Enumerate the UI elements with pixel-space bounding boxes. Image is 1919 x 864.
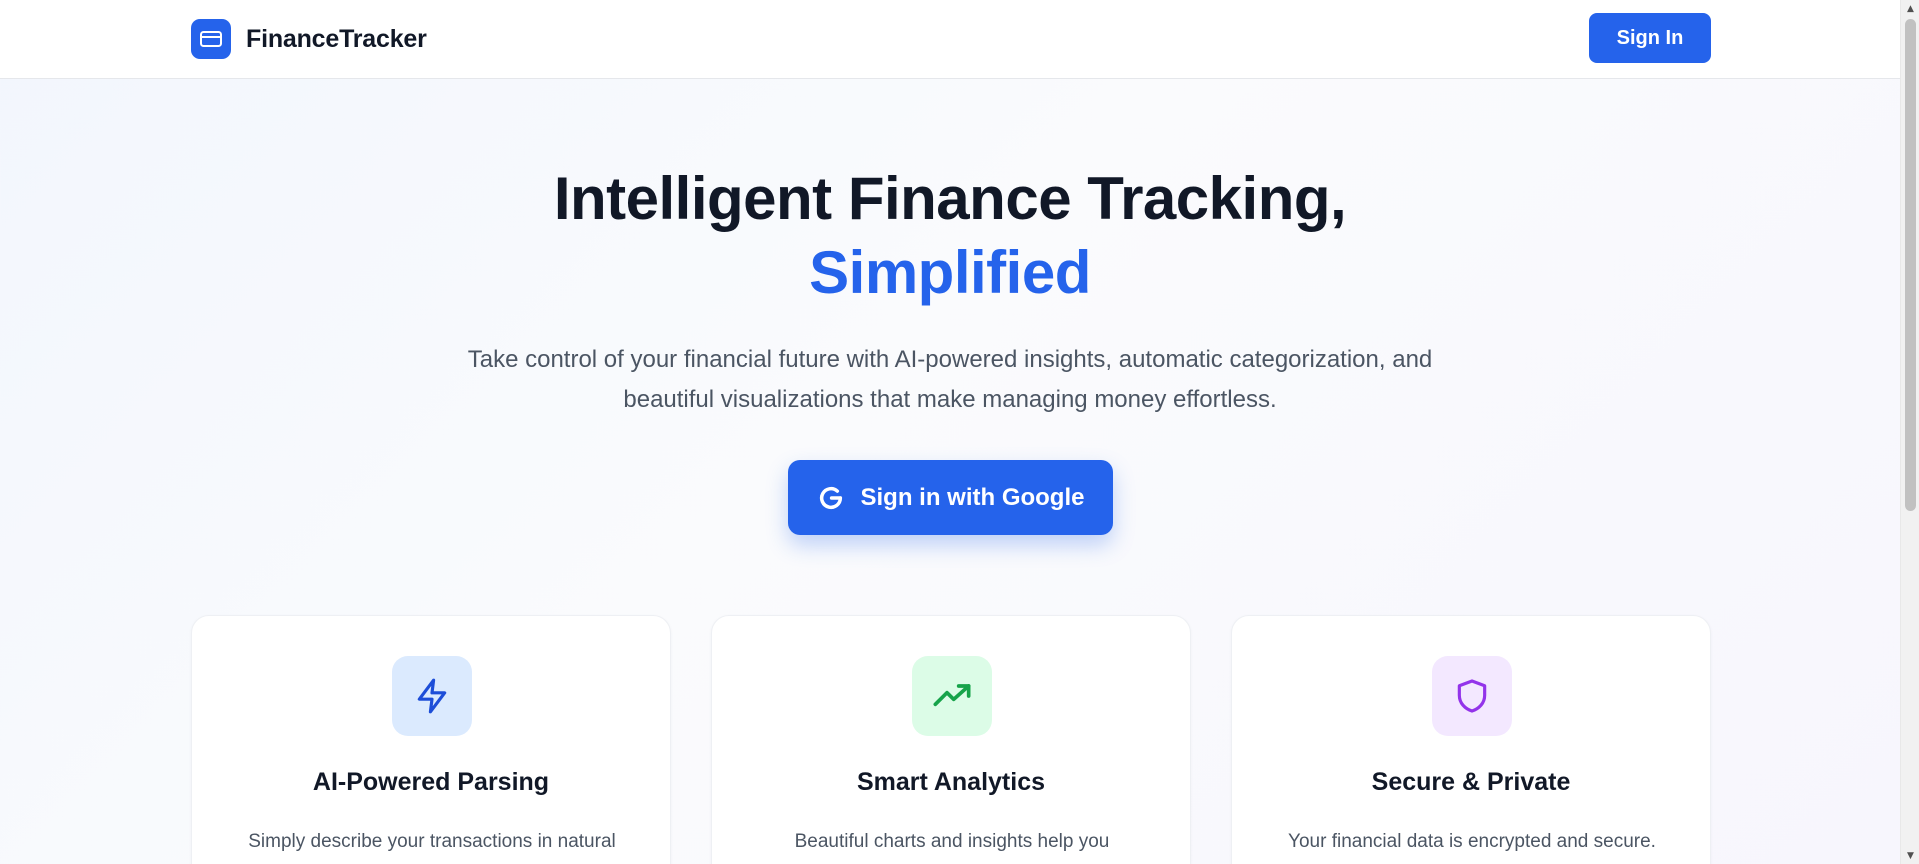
feature-description: Your financial data is encrypted and sec… — [1288, 831, 1656, 852]
hero-title-line1: Intelligent Finance Tracking, — [553, 165, 1347, 232]
feature-card-secure-private: Secure & Private Your financial data is … — [1231, 615, 1711, 864]
brand[interactable]: FinanceTracker — [191, 19, 427, 59]
feature-title: Smart Analytics — [856, 768, 1046, 796]
shield-icon — [1432, 656, 1512, 736]
google-g-icon — [817, 484, 845, 512]
google-button-label: Sign in with Google — [860, 483, 1085, 511]
hero-title: Intelligent Finance Tracking, Simplified — [0, 162, 1900, 310]
feature-description: Simply describe your transactions in nat… — [248, 831, 616, 852]
feature-title: Secure & Private — [1371, 768, 1571, 796]
landing-page: FinanceTracker Sign In Intelligent Finan… — [0, 0, 1900, 864]
scroll-up-arrow-icon[interactable]: ▲ — [1901, 0, 1919, 17]
sign-in-with-google-button[interactable]: Sign in with Google — [788, 460, 1113, 535]
scrollbar-thumb[interactable] — [1905, 19, 1916, 511]
lightning-bolt-icon — [392, 656, 472, 736]
hero-title-accent: Simplified — [809, 239, 1091, 306]
credit-card-icon — [191, 19, 231, 59]
vertical-scrollbar[interactable]: ▲ ▼ — [1900, 0, 1919, 864]
trending-up-icon — [912, 656, 992, 736]
hero-subtitle: Take control of your financial future wi… — [467, 346, 1433, 413]
top-navbar: FinanceTracker Sign In — [0, 0, 1900, 79]
feature-description: Beautiful charts and insights help you — [794, 831, 1110, 852]
feature-card-smart-analytics: Smart Analytics Beautiful charts and ins… — [711, 615, 1191, 864]
brand-name: FinanceTracker — [246, 24, 427, 53]
feature-title: AI-Powered Parsing — [312, 768, 550, 796]
scroll-down-arrow-icon[interactable]: ▼ — [1901, 847, 1919, 864]
sign-in-button[interactable]: Sign In — [1589, 13, 1711, 63]
feature-card-ai-parsing: AI-Powered Parsing Simply describe your … — [191, 615, 671, 864]
